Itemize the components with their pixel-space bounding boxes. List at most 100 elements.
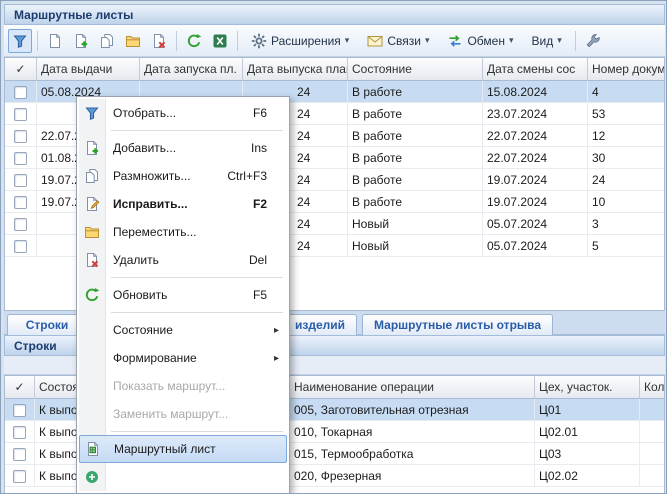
toolbar-menu-label: Расширения <box>271 34 341 48</box>
row-checkbox[interactable] <box>13 448 26 461</box>
doc-icon <box>47 33 63 49</box>
doc-copy-icon <box>99 33 115 49</box>
chevron-down-icon: ▾ <box>509 36 514 45</box>
menu-item-route-sheet[interactable]: Маршрутный лист <box>79 435 287 463</box>
column-header[interactable]: Дата выдачи <box>37 58 140 81</box>
menu-item-label: Маршрутный лист <box>114 442 280 456</box>
column-header[interactable]: Количество <box>640 376 665 399</box>
column-header[interactable]: Дата запуска пл. <box>140 58 243 81</box>
row-checkbox[interactable] <box>13 426 26 439</box>
cell: Новый <box>348 235 483 257</box>
links-menu-button[interactable]: Связи▾ <box>359 29 437 53</box>
checkbox-cell[interactable] <box>5 169 37 191</box>
menu-item-add[interactable]: Добавить...Ins <box>79 134 287 162</box>
menu-item-label: Формирование <box>113 351 281 365</box>
move-doc-button[interactable] <box>121 29 145 53</box>
tab-tear-off-sheets[interactable]: Маршрутные листы отрыва <box>362 314 553 335</box>
row-checkbox[interactable] <box>13 470 26 483</box>
checkbox-cell[interactable] <box>5 421 35 443</box>
column-header[interactable]: Цех, участок. <box>535 376 640 399</box>
table-header-row: ✓Дата выдачиДата запуска пл.Дата выпуска… <box>5 58 664 81</box>
menu-item-select[interactable]: Отобрать...F6 <box>79 99 287 127</box>
cell: 05.07.2024 <box>483 235 588 257</box>
envelope-icon <box>367 33 383 49</box>
filter-button[interactable] <box>8 29 32 53</box>
cell: 23.07.2024 <box>483 103 588 125</box>
menu-item-edit[interactable]: Исправить...F2 <box>79 190 287 218</box>
cell: 22.07.2024 <box>483 125 588 147</box>
row-checkbox[interactable] <box>13 404 26 417</box>
tab-label: изделий <box>295 318 345 332</box>
check-column-header[interactable]: ✓ <box>5 376 35 399</box>
settings-button[interactable] <box>581 29 605 53</box>
menu-separator <box>111 130 283 131</box>
column-header[interactable]: Наименование операции <box>290 376 535 399</box>
row-checkbox[interactable] <box>14 86 27 99</box>
checkbox-cell[interactable] <box>5 191 37 213</box>
cell: В работе <box>348 125 483 147</box>
menu-item-delete[interactable]: УдалитьDel <box>79 246 287 274</box>
menu-item-clipped-item[interactable] <box>79 463 287 491</box>
doc-copy-icon <box>79 168 105 184</box>
cell: 5 <box>588 235 665 257</box>
route-sheet-icon <box>80 441 106 457</box>
column-header[interactable]: Дата смены сос <box>483 58 588 81</box>
checkbox-cell[interactable] <box>5 399 35 421</box>
column-header[interactable]: Дата выпуска план.. <box>243 58 348 81</box>
excel-icon <box>212 33 228 49</box>
tab-label: Строки <box>26 318 69 332</box>
doc-green-icon <box>79 469 105 485</box>
menu-item-label: Исправить... <box>113 197 253 211</box>
tab-label: Маршрутные листы отрыва <box>374 318 541 332</box>
menu-item-formation[interactable]: Формирование▸ <box>79 344 287 372</box>
cell: 05.07.2024 <box>483 213 588 235</box>
row-checkbox[interactable] <box>14 196 27 209</box>
submenu-arrow-icon: ▸ <box>274 353 279 364</box>
cell: В работе <box>348 169 483 191</box>
cell: В работе <box>348 147 483 169</box>
check-column-header[interactable]: ✓ <box>5 58 37 81</box>
extensions-menu-button[interactable]: Расширения▾ <box>243 29 357 53</box>
copy-doc-button[interactable] <box>95 29 119 53</box>
menu-item-state[interactable]: Состояние▸ <box>79 316 287 344</box>
cell: 22.07.2024 <box>483 147 588 169</box>
column-header[interactable]: Номер документа <box>588 58 665 81</box>
checkbox-cell[interactable] <box>5 213 37 235</box>
row-checkbox[interactable] <box>14 240 27 253</box>
menu-item-move[interactable]: Переместить... <box>79 218 287 246</box>
menu-item-refresh[interactable]: ОбновитьF5 <box>79 281 287 309</box>
row-checkbox[interactable] <box>14 174 27 187</box>
cell: 3 <box>588 213 665 235</box>
menu-item-duplicate[interactable]: Размножить...Ctrl+F3 <box>79 162 287 190</box>
checkbox-cell[interactable] <box>5 465 35 487</box>
row-checkbox[interactable] <box>14 130 27 143</box>
column-header[interactable]: Состояние <box>348 58 483 81</box>
view-menu-button[interactable]: Вид▾ <box>524 29 570 53</box>
cell <box>640 465 665 487</box>
checkbox-cell[interactable] <box>5 443 35 465</box>
checkbox-cell[interactable] <box>5 235 37 257</box>
tab-lines[interactable]: Строки <box>7 314 87 335</box>
checkbox-cell[interactable] <box>5 147 37 169</box>
add-doc-button[interactable] <box>69 29 93 53</box>
exchange-icon <box>447 33 463 49</box>
new-doc-button[interactable] <box>43 29 67 53</box>
row-checkbox[interactable] <box>14 218 27 231</box>
checkbox-cell[interactable] <box>5 103 37 125</box>
row-checkbox[interactable] <box>14 152 27 165</box>
refresh-button[interactable] <box>182 29 206 53</box>
funnel-icon <box>79 105 105 121</box>
cell: 12 <box>588 125 665 147</box>
cell <box>640 443 665 465</box>
submenu-arrow-icon: ▸ <box>274 325 279 336</box>
cell: 15.08.2024 <box>483 81 588 103</box>
menu-item-label: Отобрать... <box>113 106 253 120</box>
row-checkbox[interactable] <box>14 108 27 121</box>
menu-shortcut: F5 <box>253 288 267 302</box>
menu-item-label: Размножить... <box>113 169 227 183</box>
delete-doc-button[interactable] <box>147 29 171 53</box>
export-excel-button[interactable] <box>208 29 232 53</box>
checkbox-cell[interactable] <box>5 125 37 147</box>
exchange-menu-button[interactable]: Обмен▾ <box>439 29 521 53</box>
checkbox-cell[interactable] <box>5 81 37 103</box>
